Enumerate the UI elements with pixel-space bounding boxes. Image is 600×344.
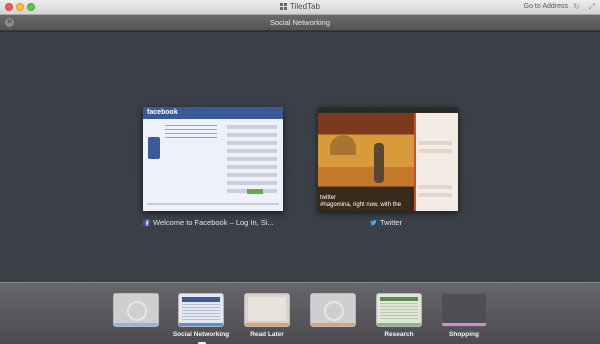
group-thumbnail[interactable] [441, 293, 487, 327]
page-preview-header [380, 297, 418, 301]
signup-form-preview [227, 125, 277, 195]
group-color-strip [179, 323, 223, 326]
tiles-icon [280, 3, 288, 10]
input-preview [418, 141, 452, 145]
facebook-preview-header [182, 297, 220, 302]
window-title-text: TiledTab [290, 2, 320, 11]
input-preview [418, 185, 452, 189]
page-preview [248, 297, 286, 321]
reload-icon[interactable]: ↻ [573, 2, 580, 11]
group-thumbnail[interactable] [310, 293, 356, 327]
group-shelf: Social Networking Read Later Research Sh… [0, 282, 600, 344]
group-header: ✕ Social Networking [0, 15, 600, 31]
tab-label[interactable]: Twitter [318, 218, 458, 227]
tab-canvas: facebook Welcome to Facebook – Log In, S… [0, 32, 600, 282]
tab-thumbnail[interactable]: facebook [143, 107, 283, 211]
group-title: Social Networking [269, 18, 331, 27]
tab-label-text: Welcome to Facebook – Log In, Si... [153, 218, 274, 227]
group-item-social-networking[interactable]: Social Networking [173, 293, 229, 338]
tab-facebook[interactable]: facebook Welcome to Facebook – Log In, S… [143, 107, 283, 227]
footer-preview [147, 203, 279, 205]
group-label[interactable]: Read Later [224, 331, 310, 338]
input-preview [418, 149, 452, 153]
facebook-logo: facebook [143, 107, 283, 119]
tab-twitter[interactable]: twitter #hagomina, right now, with the T… [318, 107, 458, 227]
group-color-strip [311, 323, 355, 326]
go-to-address-button[interactable]: Go to Address [524, 3, 568, 10]
preview-text [165, 125, 217, 141]
twitter-bird-icon [370, 220, 377, 226]
group-thumbnail[interactable] [376, 293, 422, 327]
page-preview [143, 119, 283, 211]
facebook-icon [143, 219, 150, 226]
group-label[interactable]: Shopping [421, 331, 507, 338]
group-item[interactable] [310, 293, 356, 327]
twitter-caption: twitter #hagomina, right now, with the [320, 195, 402, 208]
cricketer-silhouette [374, 143, 384, 183]
input-preview [418, 193, 452, 197]
group-color-strip [442, 323, 486, 326]
group-thumbnail[interactable] [244, 293, 290, 327]
phone-illustration [148, 137, 160, 159]
tab-label[interactable]: Welcome to Facebook – Log In, Si... [143, 218, 283, 227]
window-titlebar: TiledTab Go to Address ↻ ⤢ [0, 0, 600, 15]
group-thumbnail[interactable] [178, 293, 224, 327]
globe-icon [324, 301, 344, 321]
globe-icon [127, 301, 147, 321]
group-thumbnail[interactable] [113, 293, 159, 327]
expand-icon[interactable]: ⤢ [589, 2, 595, 12]
window-title: TiledTab [0, 2, 600, 11]
group-color-strip [114, 323, 158, 326]
group-item-research[interactable]: Research [376, 293, 422, 338]
dome-silhouette [330, 135, 356, 155]
signup-button-preview [247, 189, 263, 194]
group-item-shopping[interactable]: Shopping [441, 293, 487, 338]
page-preview [380, 303, 418, 321]
group-color-strip [245, 323, 289, 326]
tab-label-text: Twitter [380, 218, 403, 227]
tab-thumbnail[interactable]: twitter #hagomina, right now, with the [318, 107, 458, 211]
page-preview [182, 304, 220, 320]
group-item-read-later[interactable]: Read Later [244, 293, 290, 338]
group-color-strip [377, 323, 421, 326]
group-item[interactable] [113, 293, 159, 327]
